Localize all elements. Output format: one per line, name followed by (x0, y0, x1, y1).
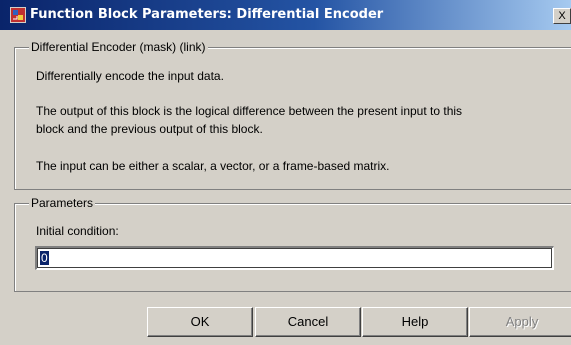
initial-condition-label: Initial condition: (36, 224, 119, 238)
initial-condition-field[interactable]: 0 (35, 246, 554, 270)
initial-condition-value: 0 (40, 251, 49, 265)
mask-group-legend: Differential Encoder (mask) (link) (29, 40, 208, 54)
description-line-4: The input can be either a scalar, a vect… (36, 159, 390, 173)
window-title: Function Block Parameters: Differential … (30, 7, 384, 22)
parameters-group-legend: Parameters (29, 196, 96, 210)
help-button[interactable]: Help (362, 307, 468, 337)
title-bar[interactable]: Function Block Parameters: Differential … (0, 0, 571, 30)
close-icon: X (558, 10, 566, 22)
simulink-block-icon (10, 7, 26, 23)
close-button[interactable]: X (553, 8, 571, 24)
description-line-3: block and the previous output of this bl… (36, 122, 263, 136)
description-line-1: Differentially encode the input data. (36, 69, 224, 83)
cancel-button[interactable]: Cancel (255, 307, 361, 337)
description-line-2: The output of this block is the logical … (36, 104, 463, 118)
apply-button[interactable]: Apply (469, 307, 571, 337)
ok-button[interactable]: OK (147, 307, 253, 337)
